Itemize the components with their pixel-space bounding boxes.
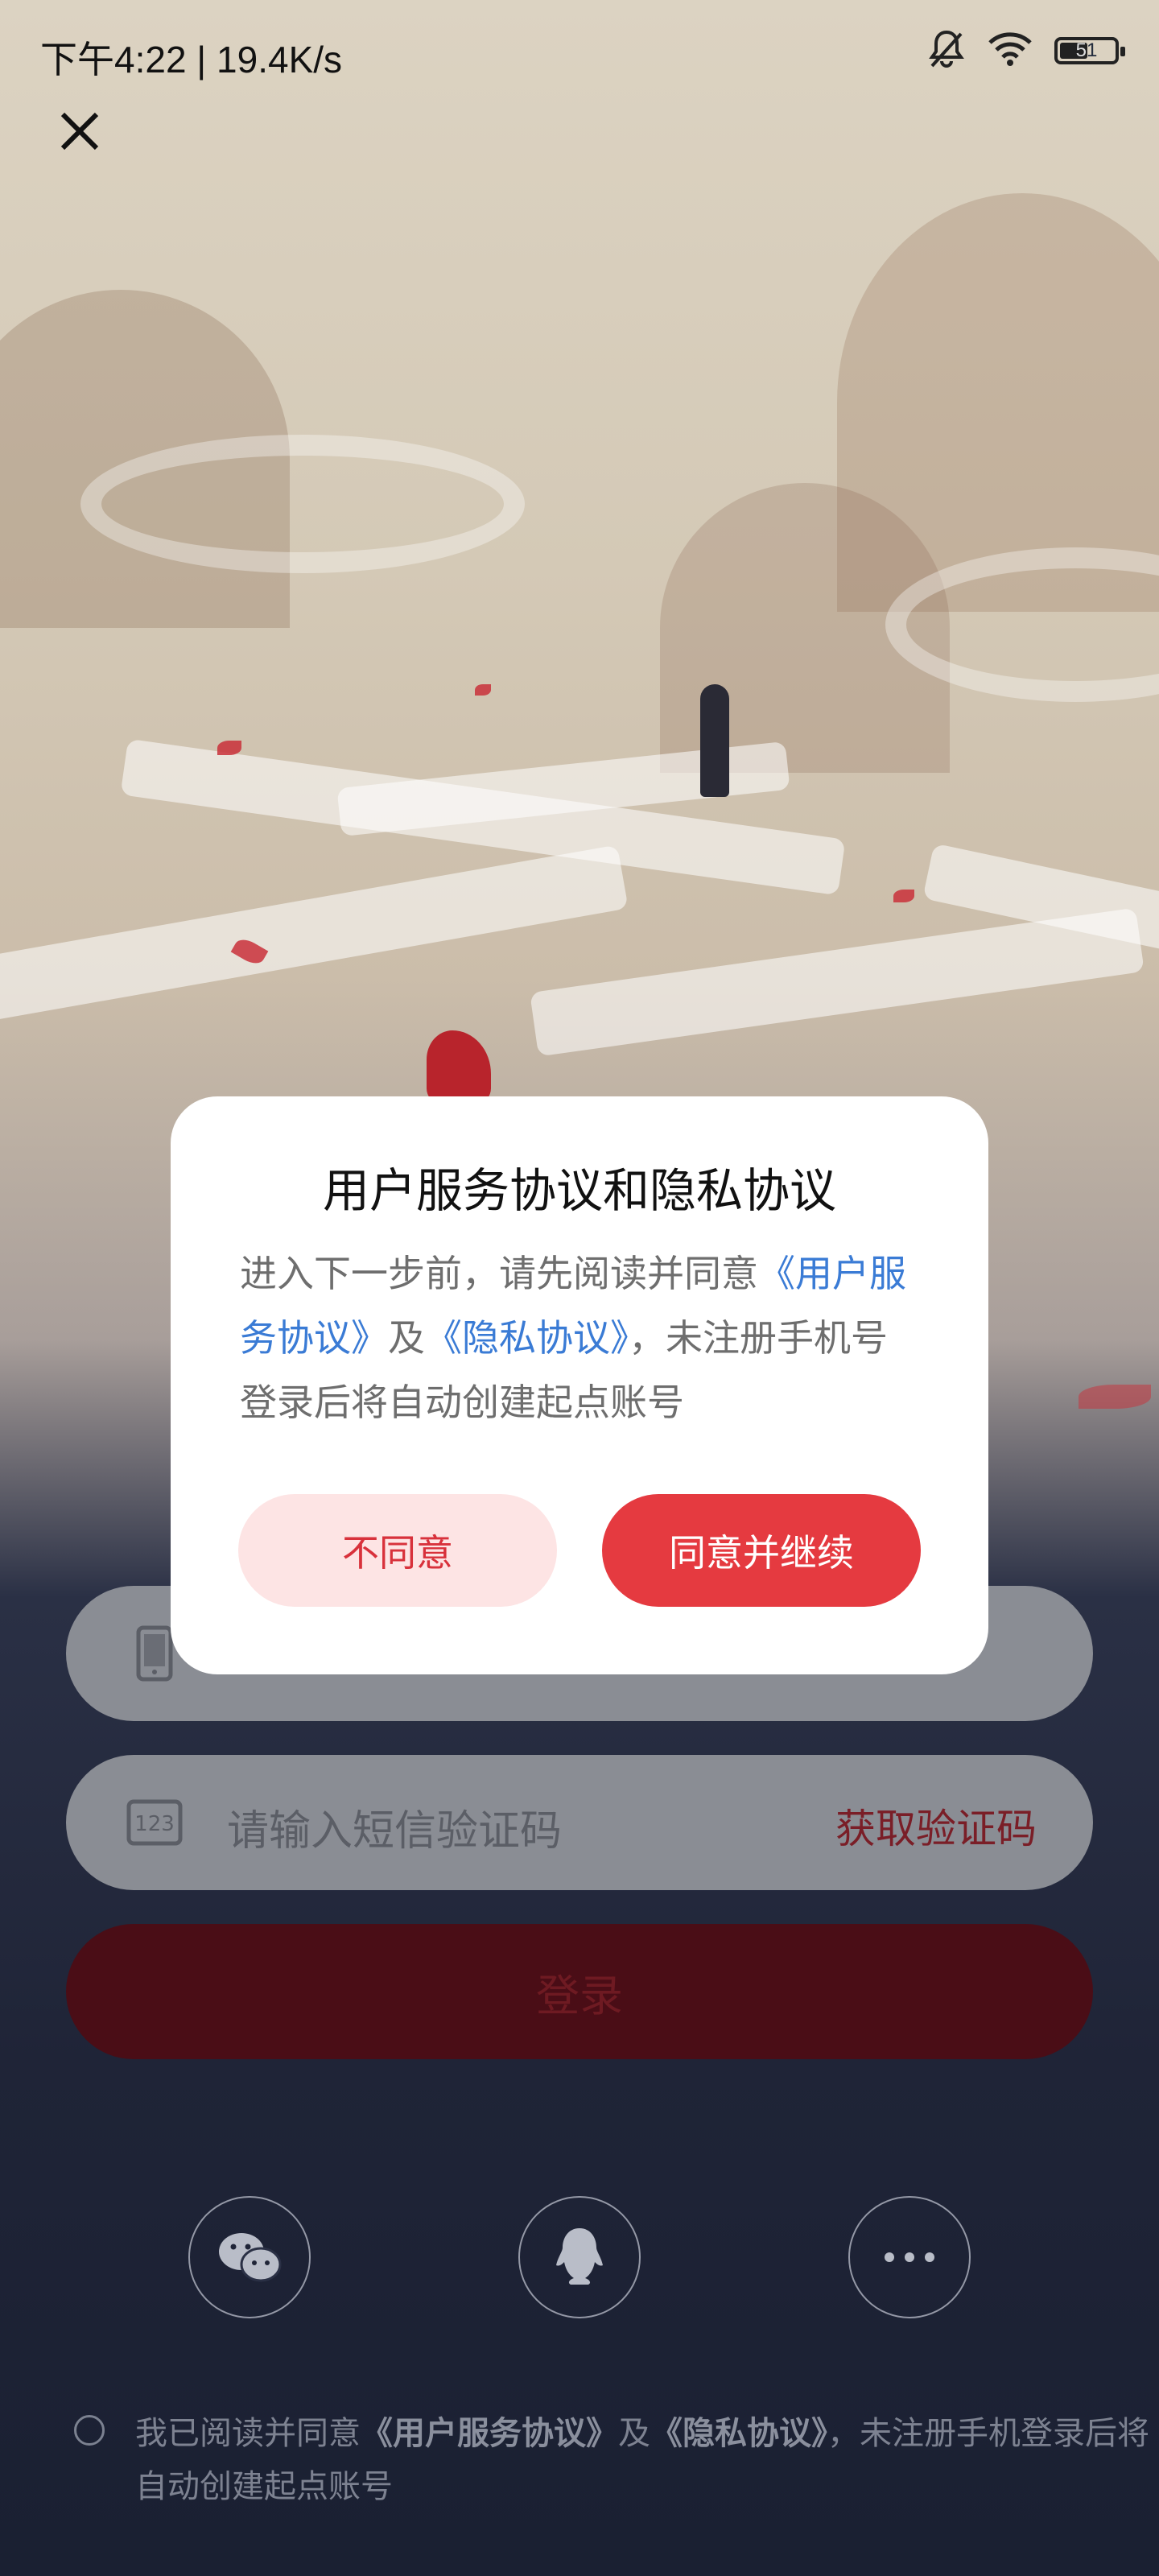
dialog-body-prefix: 进入下一步前，请先阅读并同意 [240,1252,758,1295]
dialog-title: 用户服务协议和隐私协议 [322,1163,836,1218]
dialog-privacy-link[interactable]: 《隐私协议》 [425,1316,629,1360]
agreement-dialog: 用户服务协议和隐私协议 进入下一步前，请先阅读并同意《用户服务协议》及《隐私协议… [171,1096,988,1674]
dialog-body: 进入下一步前，请先阅读并同意《用户服务协议》及《隐私协议》，未注册手机号登录后将… [240,1241,919,1435]
dialog-and: 及 [388,1316,425,1360]
login-screen: 下午4:22 | 19.4K/s 51 123 请输入短信验证码 获取验证码 登… [0,0,1159,2576]
agree-continue-button[interactable]: 同意并继续 [602,1494,921,1607]
disagree-button[interactable]: 不同意 [238,1494,557,1607]
